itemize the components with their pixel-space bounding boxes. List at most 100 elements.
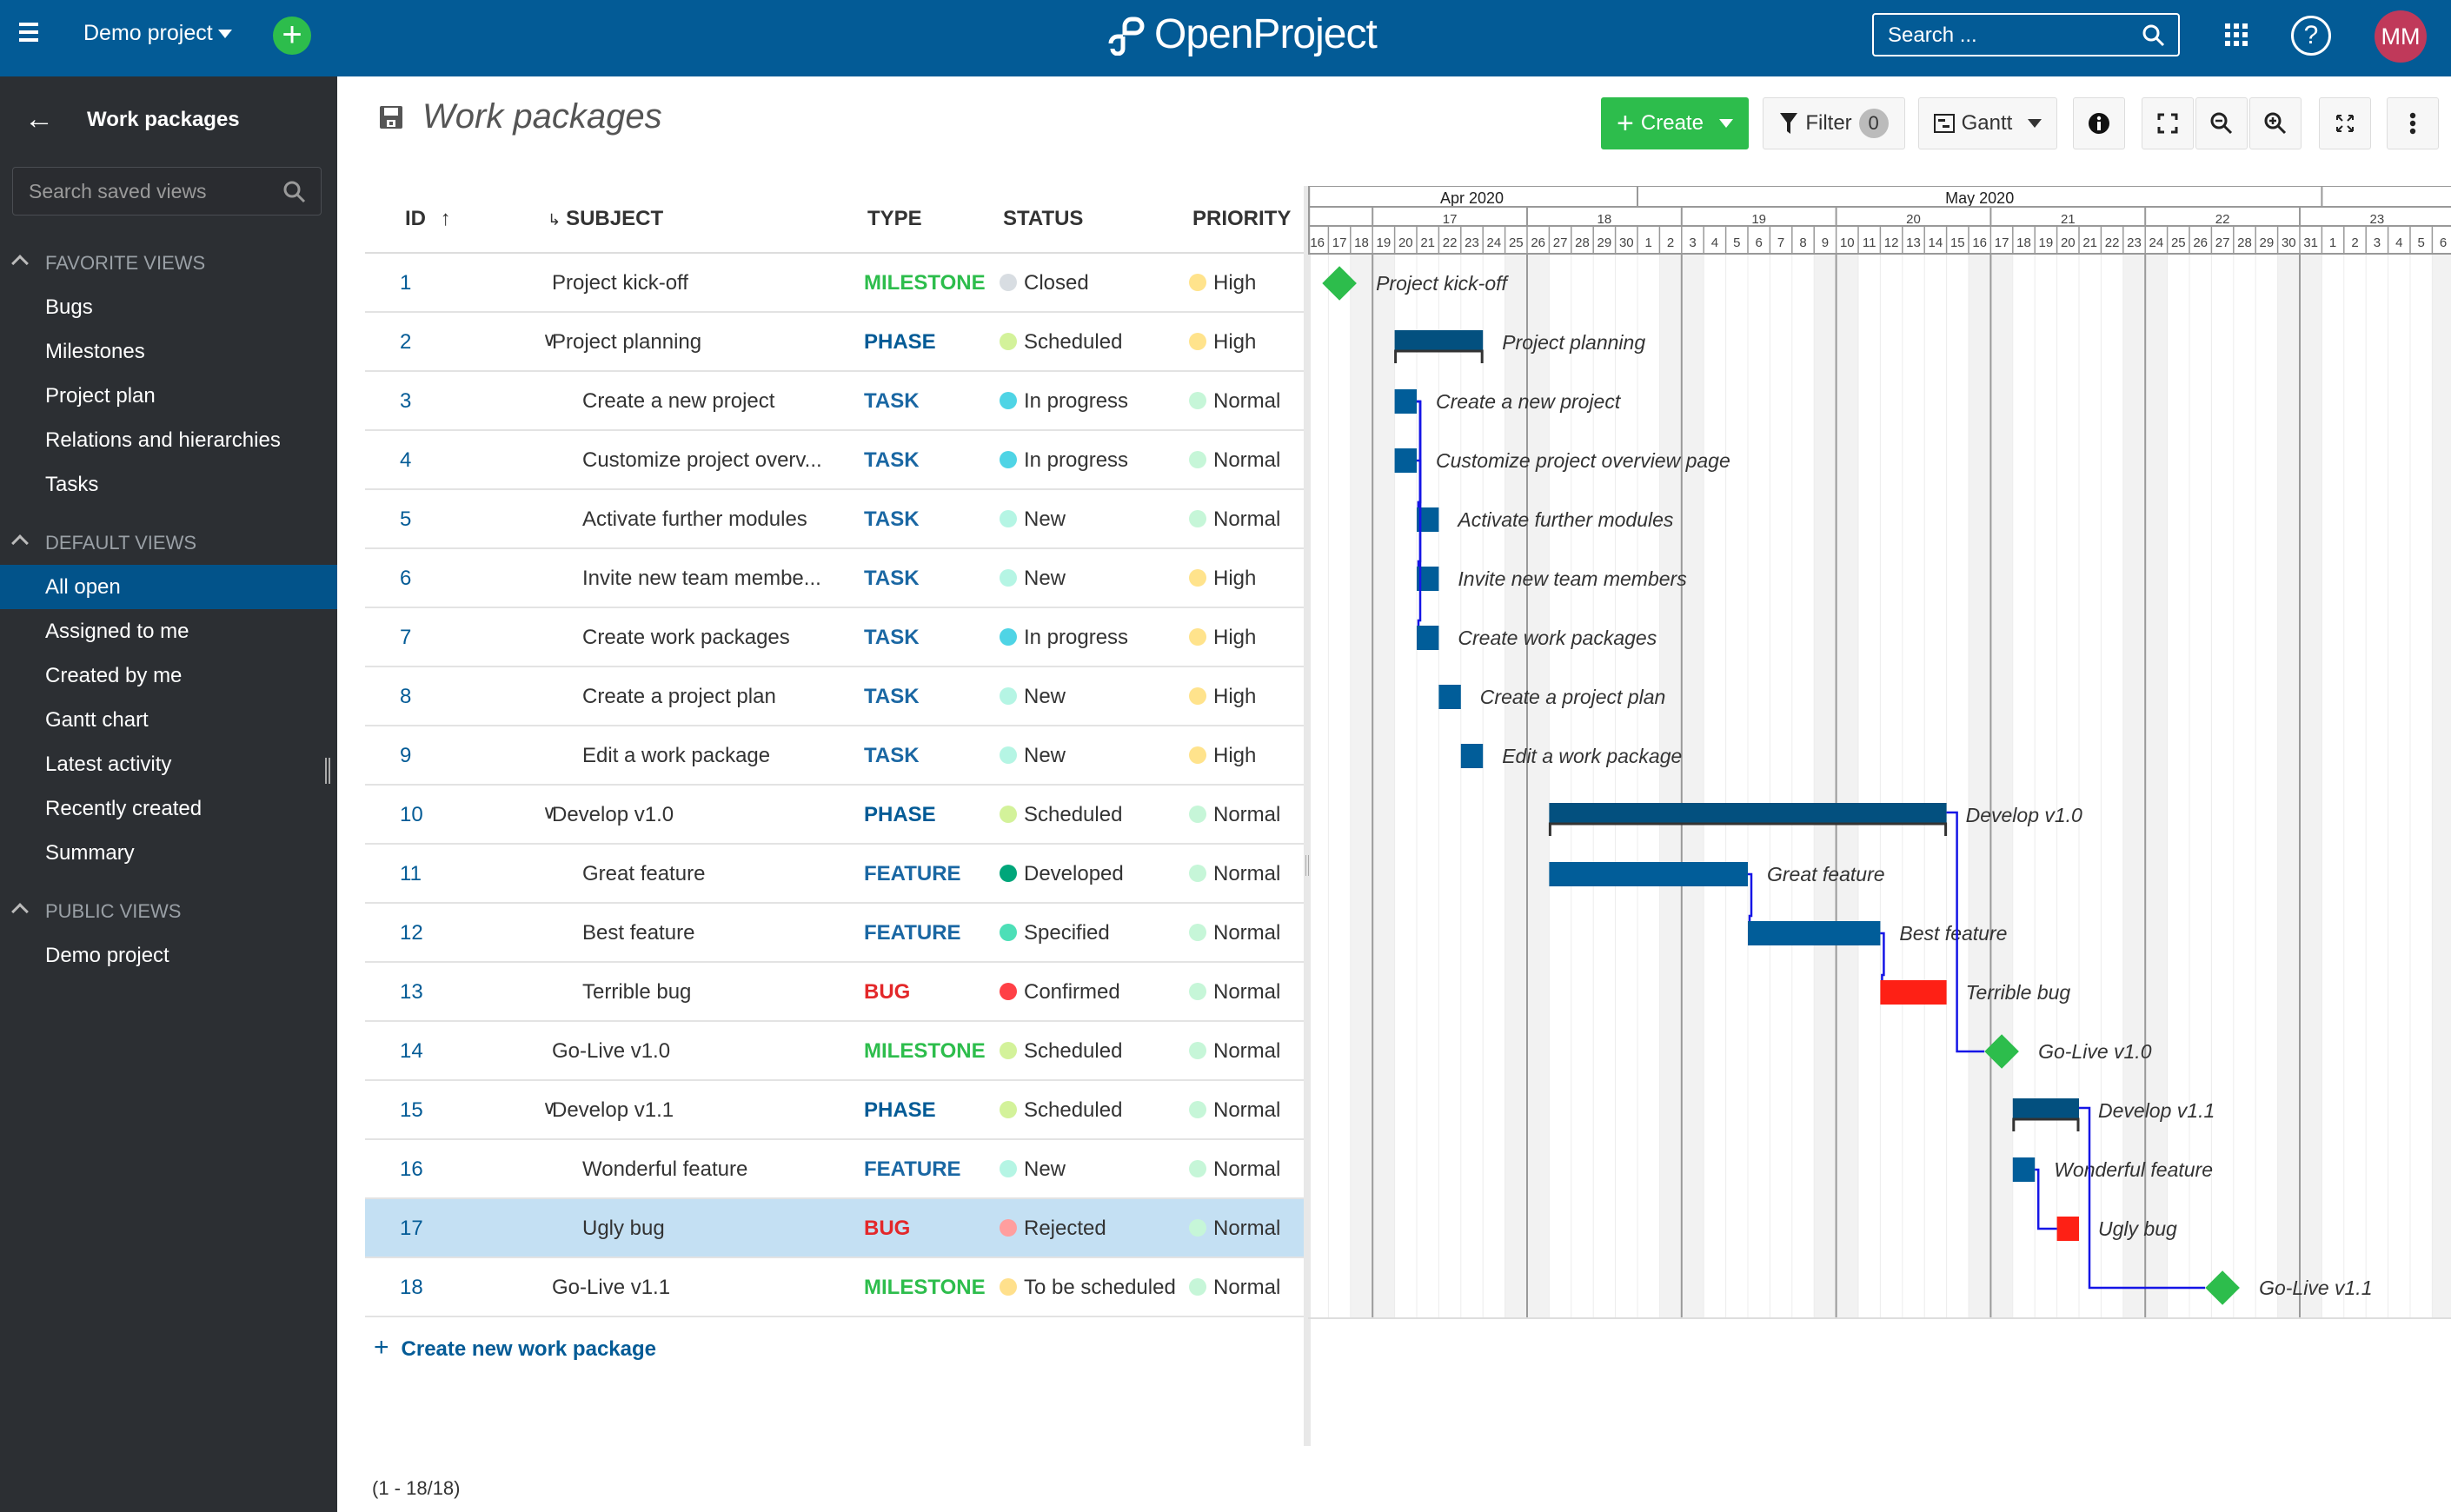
cell-priority[interactable]: Normal: [1189, 1039, 1280, 1064]
cell-status[interactable]: Closed: [1000, 271, 1089, 295]
cell-type[interactable]: PHASE: [864, 330, 936, 355]
table-row[interactable]: 13 Terrible bug BUG Confirmed Normal: [365, 963, 1305, 1022]
table-row[interactable]: 6 Invite new team membe... TASK New High: [365, 549, 1305, 608]
sidebar-item-created-by-me[interactable]: Created by me: [0, 653, 337, 698]
group-toggle-favorite-views[interactable]: FAVORITE VIEWS: [0, 242, 337, 285]
column-header-priority[interactable]: PRIORITY: [1192, 207, 1291, 231]
cell-id[interactable]: 11: [400, 862, 422, 886]
cell-type[interactable]: TASK: [864, 507, 920, 532]
cell-priority[interactable]: Normal: [1189, 507, 1280, 532]
table-row[interactable]: 15 ∨ Develop v1.1 PHASE Scheduled Normal: [365, 1081, 1305, 1140]
cell-priority[interactable]: High: [1189, 626, 1256, 650]
sidebar-item-summary[interactable]: Summary: [0, 831, 337, 875]
saved-views-search-input[interactable]: Search saved views: [12, 167, 322, 216]
cell-priority[interactable]: High: [1189, 685, 1256, 709]
details-view-button[interactable]: [2073, 97, 2125, 149]
cell-type[interactable]: TASK: [864, 448, 920, 473]
table-row[interactable]: 16 Wonderful feature FEATURE New Normal: [365, 1140, 1305, 1199]
cell-type[interactable]: MILESTONE: [864, 271, 986, 295]
user-avatar[interactable]: MM: [2375, 10, 2427, 63]
cell-status[interactable]: Scheduled: [1000, 1098, 1122, 1123]
table-row[interactable]: 9 Edit a work package TASK New High: [365, 726, 1305, 786]
cell-status[interactable]: In progress: [1000, 626, 1128, 650]
cell-status[interactable]: Scheduled: [1000, 1039, 1122, 1064]
cell-type[interactable]: FEATURE: [864, 862, 961, 886]
cell-status[interactable]: New: [1000, 744, 1066, 768]
table-row[interactable]: 5 Activate further modules TASK New Normal: [365, 490, 1305, 549]
cell-id[interactable]: 18: [400, 1276, 423, 1300]
cell-subject[interactable]: Create work packages: [582, 626, 790, 650]
filter-button[interactable]: Filter 0: [1763, 97, 1905, 149]
cell-id[interactable]: 2: [400, 330, 411, 355]
cell-id[interactable]: 7: [400, 626, 411, 650]
sidebar-item-tasks[interactable]: Tasks: [0, 462, 337, 507]
cell-type[interactable]: MILESTONE: [864, 1039, 986, 1064]
cell-priority[interactable]: Normal: [1189, 389, 1280, 414]
sidebar-item-gantt-chart[interactable]: Gantt chart: [0, 698, 337, 742]
cell-status[interactable]: Confirmed: [1000, 980, 1120, 1005]
cell-id[interactable]: 3: [400, 389, 411, 414]
cell-id[interactable]: 8: [400, 685, 411, 709]
cell-type[interactable]: BUG: [864, 980, 910, 1005]
cell-type[interactable]: BUG: [864, 1217, 910, 1241]
global-search-input[interactable]: Search ...: [1872, 13, 2180, 56]
column-header-type[interactable]: TYPE: [867, 207, 922, 231]
cell-id[interactable]: 1: [400, 271, 411, 295]
table-row[interactable]: 2 ∨ Project planning PHASE Scheduled High: [365, 313, 1305, 372]
cell-type[interactable]: PHASE: [864, 1098, 936, 1123]
cell-id[interactable]: 9: [400, 744, 411, 768]
cell-priority[interactable]: Normal: [1189, 1217, 1280, 1241]
cell-id[interactable]: 14: [400, 1039, 423, 1064]
cell-priority[interactable]: Normal: [1189, 1157, 1280, 1182]
cell-status[interactable]: In progress: [1000, 448, 1128, 473]
cell-id[interactable]: 4: [400, 448, 411, 473]
cell-priority[interactable]: Normal: [1189, 980, 1280, 1005]
cell-priority[interactable]: High: [1189, 567, 1256, 591]
group-toggle-public-views[interactable]: PUBLIC VIEWS: [0, 890, 337, 933]
cell-type[interactable]: FEATURE: [864, 921, 961, 945]
cell-status[interactable]: Scheduled: [1000, 330, 1122, 355]
cell-type[interactable]: TASK: [864, 389, 920, 414]
sidebar-item-assigned-to-me[interactable]: Assigned to me: [0, 609, 337, 653]
view-mode-dropdown[interactable]: Gantt: [1918, 97, 2057, 149]
cell-subject[interactable]: Create a project plan: [582, 685, 776, 709]
modules-grid-icon[interactable]: [2225, 23, 2248, 46]
table-row[interactable]: 4 Customize project overv... TASK In progre…: [365, 431, 1305, 490]
cell-priority[interactable]: Normal: [1189, 803, 1280, 827]
zoom-out-button[interactable]: [2195, 97, 2248, 149]
cell-priority[interactable]: Normal: [1189, 921, 1280, 945]
project-selector[interactable]: Demo project: [83, 21, 232, 46]
cell-priority[interactable]: Normal: [1189, 1276, 1280, 1300]
cell-subject[interactable]: Invite new team membe...: [582, 567, 821, 591]
sidebar-item-milestones[interactable]: Milestones: [0, 329, 337, 374]
table-row[interactable]: 14 Go-Live v1.0 MILESTONE Scheduled Normal: [365, 1022, 1305, 1081]
table-row[interactable]: 7 Create work packages TASK In progress High: [365, 608, 1305, 667]
cell-type[interactable]: TASK: [864, 744, 920, 768]
table-row[interactable]: 10 ∨ Develop v1.0 PHASE Scheduled Normal: [365, 786, 1305, 845]
cell-status[interactable]: New: [1000, 507, 1066, 532]
cell-id[interactable]: 12: [400, 921, 423, 945]
sidebar-resize-handle[interactable]: [325, 758, 330, 784]
cell-subject[interactable]: Wonderful feature: [582, 1157, 747, 1182]
sidebar-item-demo-project[interactable]: Demo project: [0, 933, 337, 978]
cell-subject[interactable]: Go-Live v1.0: [552, 1039, 670, 1064]
cell-status[interactable]: New: [1000, 567, 1066, 591]
cell-status[interactable]: Scheduled: [1000, 803, 1122, 827]
create-button[interactable]: + Create: [1601, 97, 1749, 149]
cell-id[interactable]: 13: [400, 980, 423, 1005]
create-new-work-package-link[interactable]: + Create new work package: [374, 1333, 656, 1363]
cell-id[interactable]: 6: [400, 567, 411, 591]
cell-subject[interactable]: Project planning: [552, 330, 701, 355]
sidebar-item-project-plan[interactable]: Project plan: [0, 374, 337, 418]
cell-priority[interactable]: High: [1189, 271, 1256, 295]
cell-subject[interactable]: Project kick-off: [552, 271, 688, 295]
cell-type[interactable]: FEATURE: [864, 1157, 961, 1182]
cell-subject[interactable]: Great feature: [582, 862, 705, 886]
cell-status[interactable]: Rejected: [1000, 1217, 1106, 1241]
group-toggle-default-views[interactable]: DEFAULT VIEWS: [0, 521, 337, 565]
cell-status[interactable]: New: [1000, 685, 1066, 709]
cell-status[interactable]: Specified: [1000, 921, 1110, 945]
save-icon[interactable]: [379, 105, 403, 129]
sidebar-item-latest-activity[interactable]: Latest activity: [0, 742, 337, 786]
cell-priority[interactable]: High: [1189, 330, 1256, 355]
